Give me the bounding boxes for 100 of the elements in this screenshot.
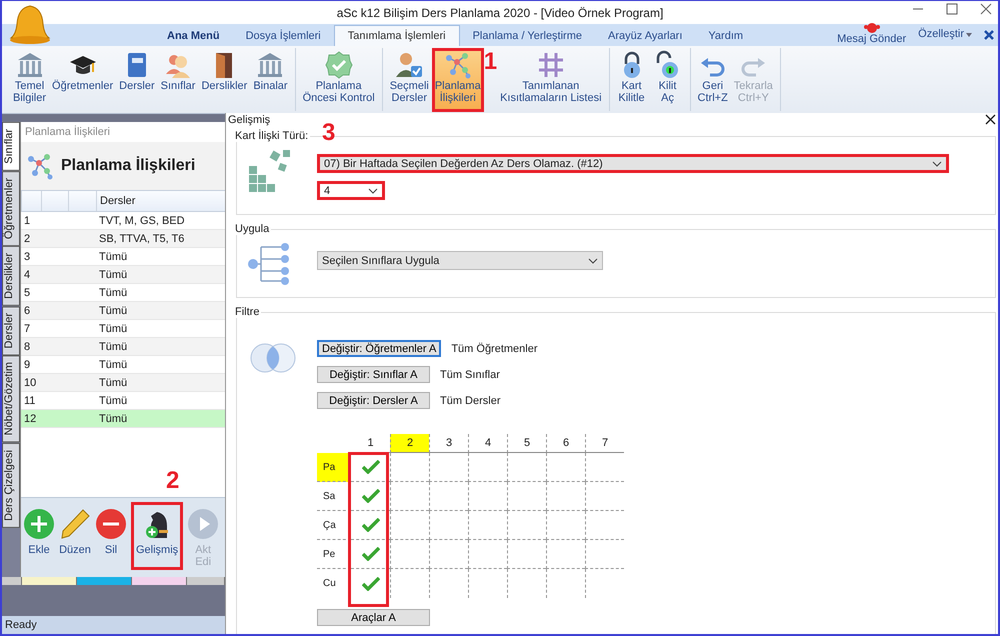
caret-icon	[966, 33, 972, 37]
maximize-icon[interactable]	[946, 3, 958, 15]
grid-cell[interactable]	[546, 482, 585, 511]
grid-cell[interactable]	[429, 453, 468, 482]
panel-heading: Planlama İlişkileri	[61, 157, 196, 175]
grid-cell[interactable]	[585, 540, 624, 569]
menu-tab[interactable]: Dosya İşlemleri	[232, 25, 334, 46]
grid-cell[interactable]	[468, 453, 507, 482]
period-header[interactable]: 7	[585, 434, 624, 453]
day-label[interactable]: Ça	[317, 511, 351, 540]
grid-cell[interactable]	[585, 453, 624, 482]
grid-cell[interactable]	[429, 540, 468, 569]
period-header[interactable]: 2	[390, 434, 429, 453]
apply-dropdown[interactable]: Seçilen Sınıflara Uygula	[317, 251, 603, 270]
grid-cell[interactable]	[546, 540, 585, 569]
grid-cell[interactable]	[546, 511, 585, 540]
ribbon-button[interactable]: Binalar	[250, 48, 291, 112]
period-header[interactable]: 6	[546, 434, 585, 453]
tools-button[interactable]: Araçlar A	[317, 609, 430, 626]
menu-tab[interactable]: Ana Menü	[154, 25, 233, 46]
send-message-link[interactable]: Mesaj Gönder	[837, 33, 906, 45]
side-tab[interactable]: Nöbet/Gözetim	[2, 355, 20, 443]
ribbon-button[interactable]: Derslikler	[198, 48, 250, 112]
day-label[interactable]: Pe	[317, 540, 351, 569]
grid-cell[interactable]	[585, 511, 624, 540]
grid-cell[interactable]	[429, 482, 468, 511]
day-label[interactable]: Sa	[317, 482, 351, 511]
change-button[interactable]: Değiştir: Sınıflar A	[317, 366, 430, 383]
ribbon-button[interactable]: Planlama Öncesi Kontrol	[300, 48, 378, 112]
grid-cell[interactable]	[429, 511, 468, 540]
ribbon-button[interactable]: Seçmeli Dersler	[386, 48, 432, 112]
period-header[interactable]: 3	[429, 434, 468, 453]
change-button[interactable]: Değiştir: Öğretmenler A	[317, 340, 442, 357]
grid-cell[interactable]	[468, 482, 507, 511]
group-label: Kart İlişki Türü:	[234, 130, 310, 142]
ribbon-button[interactable]: Geri Ctrl+Z	[694, 48, 731, 112]
ribbon-button[interactable]: Kilit Aç	[650, 48, 686, 112]
day-label[interactable]: Cu	[317, 569, 351, 598]
ribbon-button[interactable]: Temel Bilgiler	[10, 48, 50, 112]
grid-cell[interactable]	[507, 482, 546, 511]
ribbon-button[interactable]: Öğretmenler	[49, 48, 116, 112]
period-header[interactable]: 5	[507, 434, 546, 453]
customize-menu[interactable]: Özelleştir	[918, 24, 964, 40]
side-tab[interactable]: Öğretmenler	[2, 170, 20, 246]
count-dropdown[interactable]: 4	[317, 181, 385, 200]
side-tab[interactable]: Derslikler	[2, 246, 20, 306]
grid-cell[interactable]	[507, 540, 546, 569]
menu-tab[interactable]: Yardım	[695, 25, 756, 46]
step-number: 1	[484, 48, 498, 76]
menu-tab[interactable]: Planlama / Yerleştirme	[460, 25, 596, 46]
toolbar-button[interactable]: Sil	[93, 506, 129, 558]
toolbar-button[interactable]: Düzen	[57, 506, 93, 558]
ribbon-button[interactable]: Dersler	[116, 48, 158, 112]
menu-tab[interactable]: Arayüz Ayarları	[595, 25, 696, 46]
filter-value: Tüm Öğretmenler	[451, 342, 538, 354]
table-row[interactable]: 12 Tümü	[21, 410, 225, 428]
play-icon	[187, 508, 220, 540]
grid-cell[interactable]	[507, 511, 546, 540]
menu-tab[interactable]: Tanımlama İşlemleri	[334, 25, 460, 46]
check-badge-icon	[324, 50, 354, 80]
day-label[interactable]: Pa	[317, 453, 351, 482]
ribbon-button[interactable]: Planlama İlişkileri	[432, 48, 484, 112]
grid-cell[interactable]	[546, 453, 585, 482]
panel-title: Planlama İlişkileri	[24, 124, 111, 140]
checkmark-icon	[362, 460, 380, 474]
ribbon-button[interactable]: Tanımlanan Kısıtlamaların Listesi	[497, 48, 605, 112]
checkmark-icon	[362, 576, 380, 590]
grid-cell[interactable]	[585, 482, 624, 511]
grid-cell[interactable]	[468, 540, 507, 569]
side-tab[interactable]: Sınıflar	[2, 122, 20, 171]
chevron-down-icon	[588, 258, 598, 264]
minus-icon	[95, 508, 127, 540]
person-check-icon	[394, 50, 424, 80]
grid-cell[interactable]	[507, 453, 546, 482]
checkmark-icon	[362, 518, 380, 532]
ribbon-button[interactable]: Kart Kilitle	[614, 48, 650, 112]
grid-cell[interactable]	[468, 511, 507, 540]
grid-cell[interactable]	[390, 453, 429, 482]
period-header[interactable]: 4	[468, 434, 507, 453]
side-tab[interactable]: Dersler	[2, 306, 20, 356]
chevron-down-icon	[932, 160, 942, 166]
status-bar: Ready	[2, 616, 225, 634]
close-icon[interactable]	[985, 114, 996, 125]
table-row[interactable]: 4 Tümü	[21, 266, 225, 284]
side-tab[interactable]: Ders Çizelgesi	[2, 442, 20, 528]
grid-cell[interactable]	[390, 511, 429, 540]
checkmark-icon	[362, 547, 380, 561]
toolbar-button[interactable]: Gelişmiş	[131, 502, 184, 570]
table-row[interactable]: 2 SB, TTVA, T5, T6	[21, 230, 225, 248]
ribbon-button[interactable]: Sınıflar	[158, 48, 198, 112]
toolbar-button[interactable]: Ekle	[21, 506, 57, 558]
table-row[interactable]: 10 Tümü	[21, 374, 225, 392]
table-row[interactable]: 6 Tümü	[21, 302, 225, 320]
grid-cell[interactable]	[390, 540, 429, 569]
grid-cell[interactable]	[390, 482, 429, 511]
change-button[interactable]: Değiştir: Dersler A	[317, 392, 430, 409]
relation-type-dropdown[interactable]: 07) Bir Haftada Seçilen Değerden Az Ders Olamaz. (#12)	[317, 154, 949, 173]
dialog-title: Gelişmiş	[228, 114, 270, 126]
table-row[interactable]: 8 Tümü	[21, 338, 225, 356]
filter-value: Tüm Dersler	[440, 394, 501, 406]
